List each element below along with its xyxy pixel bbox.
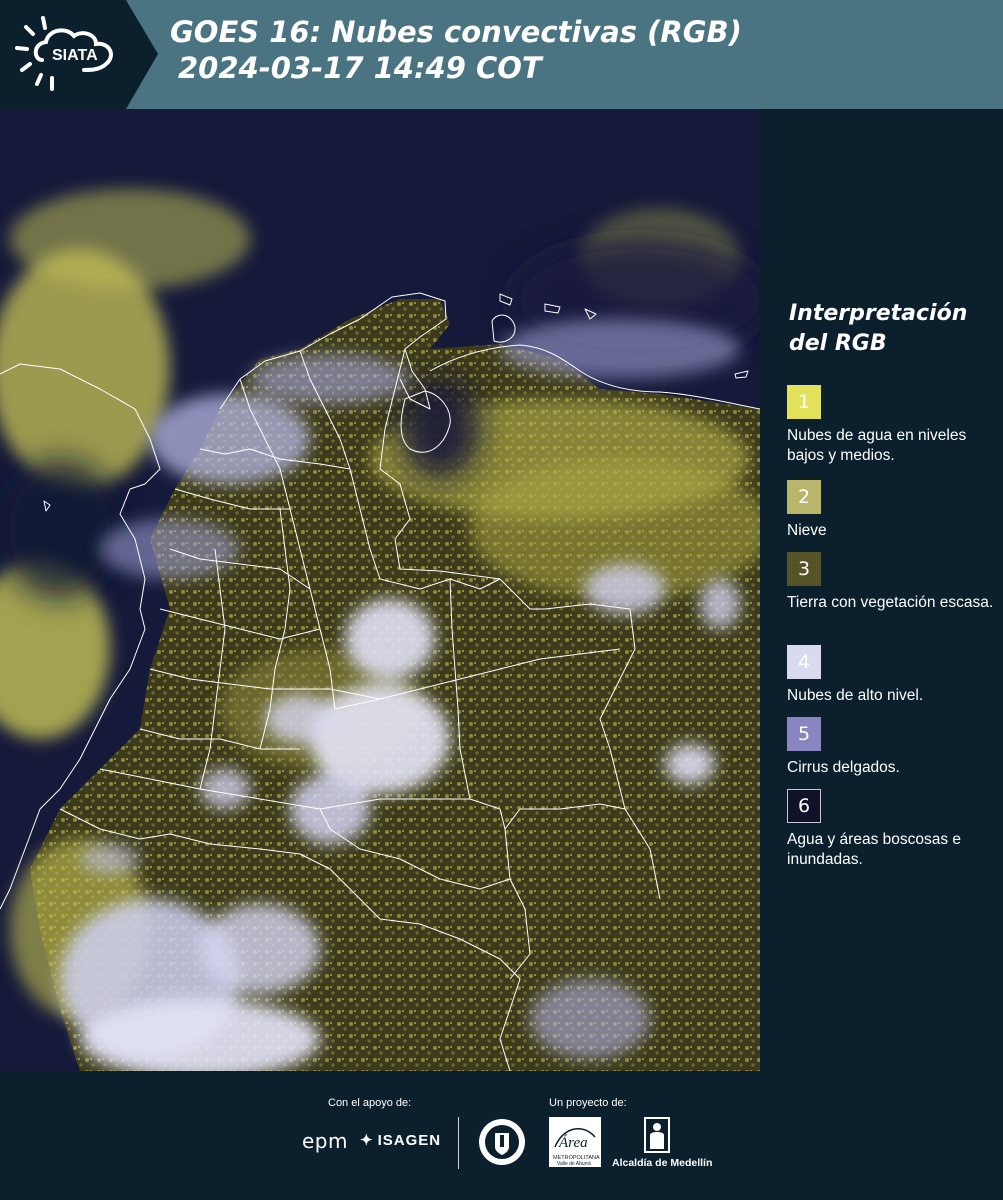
legend-swatch-3: 3 — [787, 552, 821, 586]
legend-item-2: 2 Nieve — [787, 480, 997, 541]
legend-swatch-1: 1 — [787, 385, 821, 419]
legend-item-3: 3 Tierra con vegetación escasa. — [787, 552, 997, 613]
alcaldia-medellin-logo[interactable]: Alcaldía de Medellín — [612, 1117, 713, 1169]
title-line-timestamp: 2024-03-17 14:49 COT — [178, 51, 542, 85]
legend-label-3: Tierra con vegetación escasa. — [787, 594, 994, 611]
header-bar: SIATA GOES 16: Nubes convectivas (RGB) 2… — [0, 0, 1003, 109]
page-title: GOES 16: Nubes convectivas (RGB) 2024-03… — [170, 14, 742, 86]
legend-title: Interpretación del RGB — [789, 301, 968, 356]
legend-swatch-2: 2 — [787, 480, 821, 514]
logo-tab-shape: SIATA — [0, 0, 158, 109]
siata-logo[interactable]: SIATA — [0, 0, 158, 109]
isagen-icon: ✦ — [360, 1132, 374, 1149]
legend-swatch-6: 6 — [787, 789, 821, 823]
legend-label-4: Nubes de alto nivel. — [787, 687, 924, 704]
epm-logo[interactable]: epm — [302, 1129, 348, 1153]
area-logo-text: Área — [558, 1134, 588, 1151]
footer: Con el apoyo de: Un proyecto de: epm ✦ I… — [0, 1071, 1003, 1200]
alcaldia-shield-icon — [644, 1117, 670, 1153]
satellite-image — [0, 109, 760, 1071]
area-metropolitana-logo[interactable]: Área METROPOLITANA Valle de Aburrá — [549, 1117, 601, 1167]
alcaldia-label: Alcaldía de Medellín — [612, 1157, 713, 1169]
legend-panel: Interpretación del RGB 1 Nubes de agua e… — [762, 109, 1003, 1071]
area-logo-subtitle-2: Valle de Aburrá — [557, 1161, 591, 1167]
satellite-map[interactable] — [0, 109, 760, 1071]
legend-label-2: Nieve — [787, 522, 827, 539]
legend-label-5: Cirrus delgados. — [787, 759, 900, 776]
title-line-product: GOES 16: Nubes convectivas (RGB) — [170, 15, 742, 49]
legend-item-1: 1 Nubes de agua en niveles bajos y medio… — [787, 385, 997, 466]
legend-item-6: 6 Agua y áreas boscosas e inundadas. — [787, 789, 997, 870]
project-caption: Un proyecto de: — [549, 1097, 627, 1109]
isagen-label: ISAGEN — [377, 1131, 442, 1149]
sponsor-caption: Con el apoyo de: — [328, 1097, 412, 1109]
isagen-logo[interactable]: ✦ ISAGEN — [360, 1131, 442, 1150]
medellin-seal-icon[interactable] — [477, 1117, 527, 1167]
footer-divider — [458, 1117, 459, 1169]
legend-label-1: Nubes de agua en niveles bajos y medios. — [787, 427, 967, 464]
legend-swatch-4: 4 — [787, 645, 821, 679]
legend-item-4: 4 Nubes de alto nivel. — [787, 645, 997, 706]
legend-item-5: 5 Cirrus delgados. — [787, 717, 997, 778]
logo-text: SIATA — [52, 47, 98, 64]
legend-label-6: Agua y áreas boscosas e inundadas. — [787, 831, 962, 868]
legend-swatch-5: 5 — [787, 717, 821, 751]
